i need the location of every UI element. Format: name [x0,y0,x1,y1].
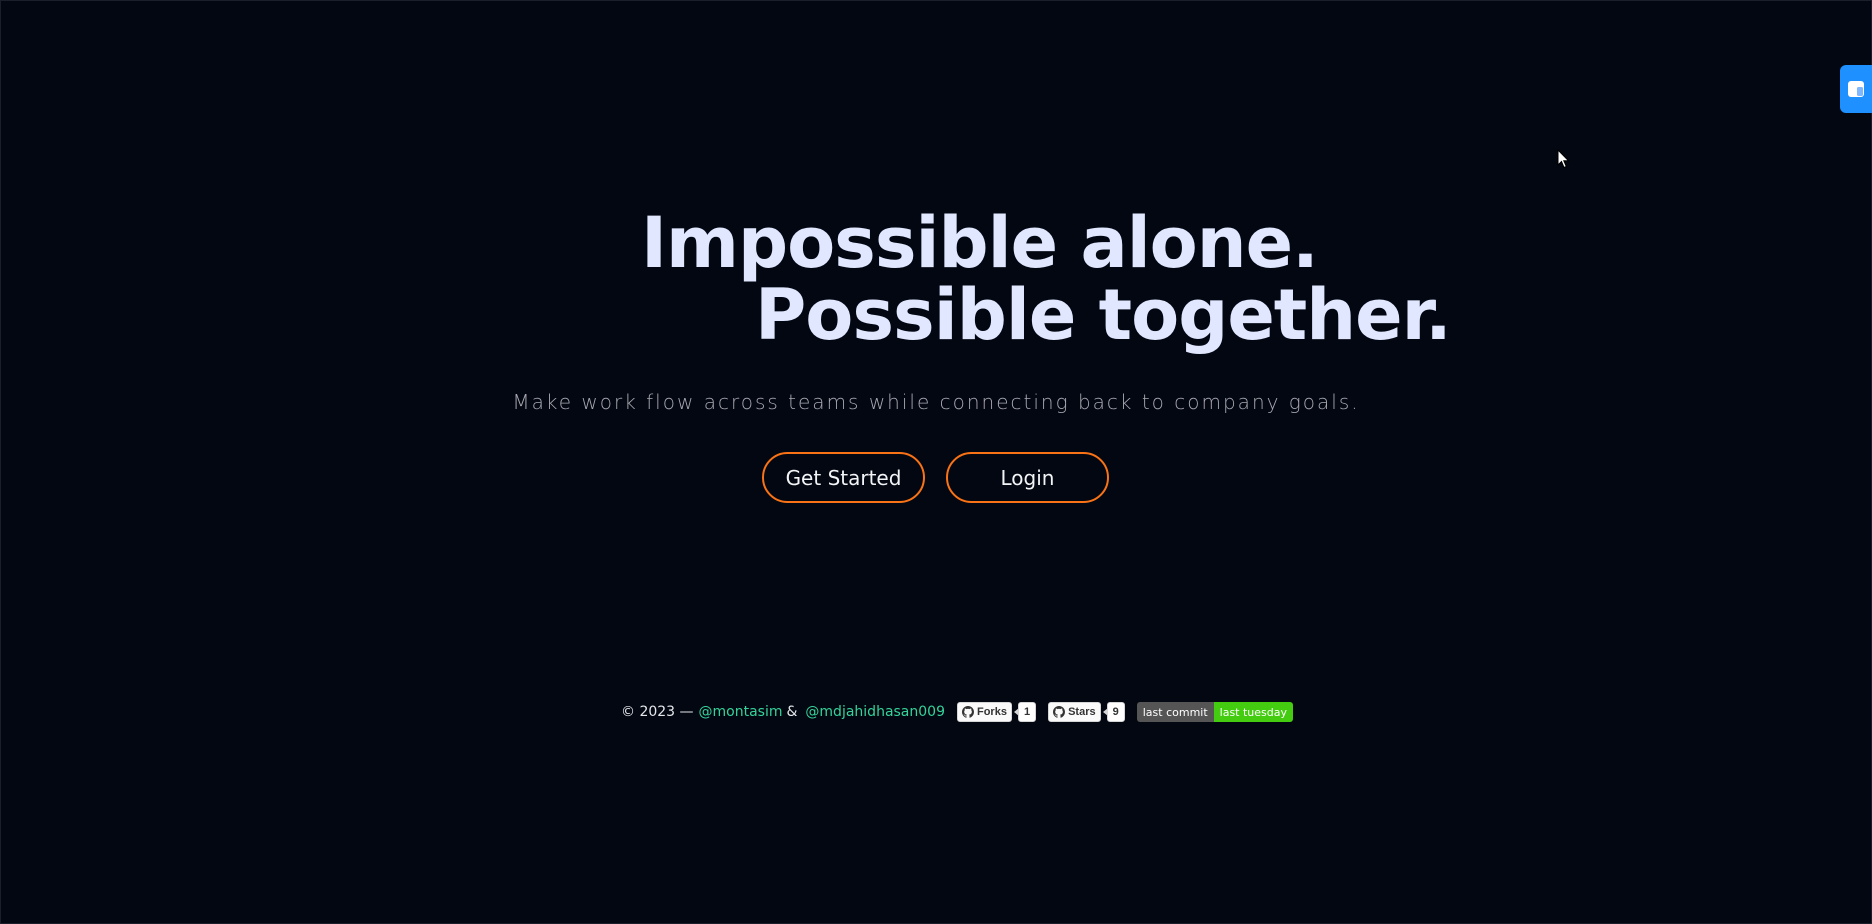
last-commit-value: last tuesday [1213,702,1294,722]
copyright-text: © 2023 — [621,704,694,720]
headline-line-2: Possible together. [755,274,1452,356]
forks-label-box: Forks [956,702,1012,722]
ampersand: & [786,704,798,720]
author-link-mdjahidhasan009[interactable]: @mdjahidhasan009 [805,704,945,720]
stars-label: Stars [1068,706,1096,718]
stars-label-box: Stars [1048,702,1101,722]
last-commit-badge[interactable]: last commit last tuesday [1136,702,1294,722]
last-commit-label: last commit [1136,702,1214,722]
extension-panel-icon [1848,81,1864,97]
github-forks-badge[interactable]: Forks 1 [956,702,1037,722]
footer: © 2023 — @montasim & @mdjahidhasan009 Fo… [621,701,1294,723]
github-icon [961,706,974,718]
get-started-button[interactable]: Get Started [762,452,925,503]
subtitle: Make work flow across teams while connec… [512,390,1360,414]
window-frame [0,0,1872,924]
github-icon [1053,706,1066,718]
login-button[interactable]: Login [946,452,1109,503]
stars-count: 9 [1102,702,1125,722]
mouse-pointer-icon [1557,149,1570,169]
headline-line-1: Impossible alone. [641,202,1319,284]
forks-count: 1 [1013,702,1037,722]
github-stars-badge[interactable]: Stars 9 [1048,702,1125,722]
author-link-montasim[interactable]: @montasim [699,704,783,720]
extension-side-tab[interactable] [1840,65,1872,113]
forks-label: Forks [976,706,1007,718]
